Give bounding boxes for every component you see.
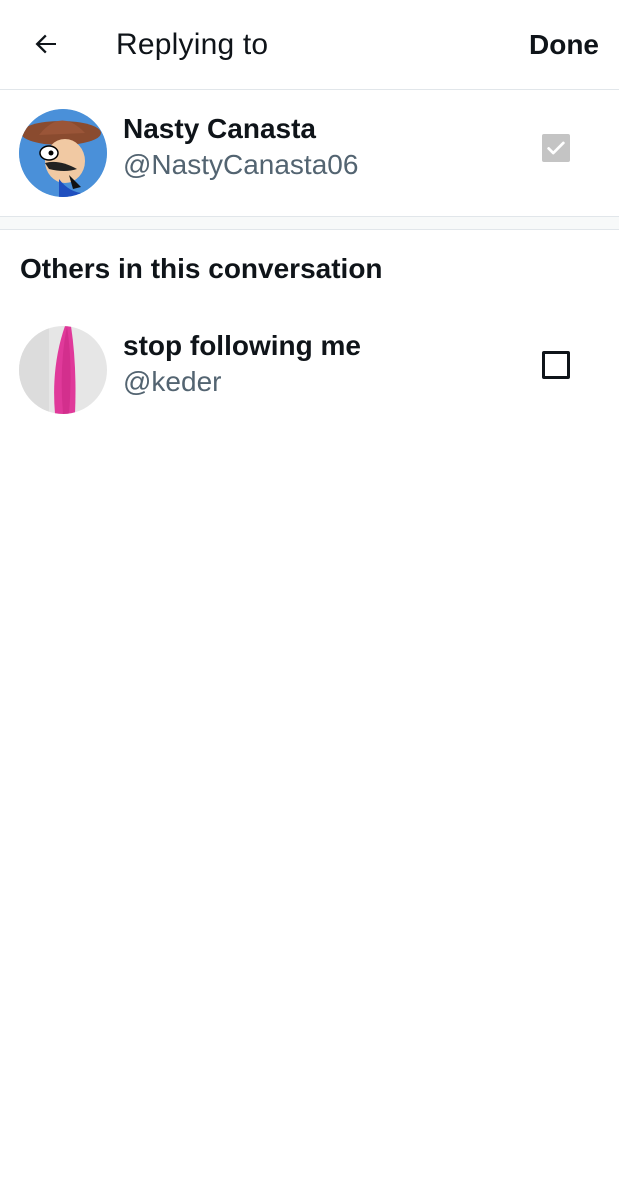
checkbox-checked-disabled[interactable] (542, 134, 570, 162)
other-user-row[interactable]: stop following me @keder (0, 307, 619, 415)
arrow-left-icon (35, 34, 56, 54)
top-bar: Replying to Done (0, 0, 619, 90)
user-handle: @NastyCanasta06 (123, 149, 359, 180)
avatar (19, 109, 107, 197)
user-handle: @keder (123, 366, 222, 397)
primary-user-row[interactable]: Nasty Canasta @NastyCanasta06 (0, 90, 619, 198)
avatar (19, 326, 107, 414)
done-button[interactable]: Done (529, 26, 599, 64)
back-button[interactable] (24, 22, 68, 66)
section-divider (0, 216, 619, 230)
page-title: Replying to (116, 28, 269, 61)
checkmark-icon (547, 141, 565, 155)
checkbox-unchecked[interactable] (542, 351, 570, 379)
section-heading: Others in this conversation (20, 253, 383, 284)
user-name: Nasty Canasta (123, 113, 316, 144)
user-name: stop following me (123, 330, 361, 361)
